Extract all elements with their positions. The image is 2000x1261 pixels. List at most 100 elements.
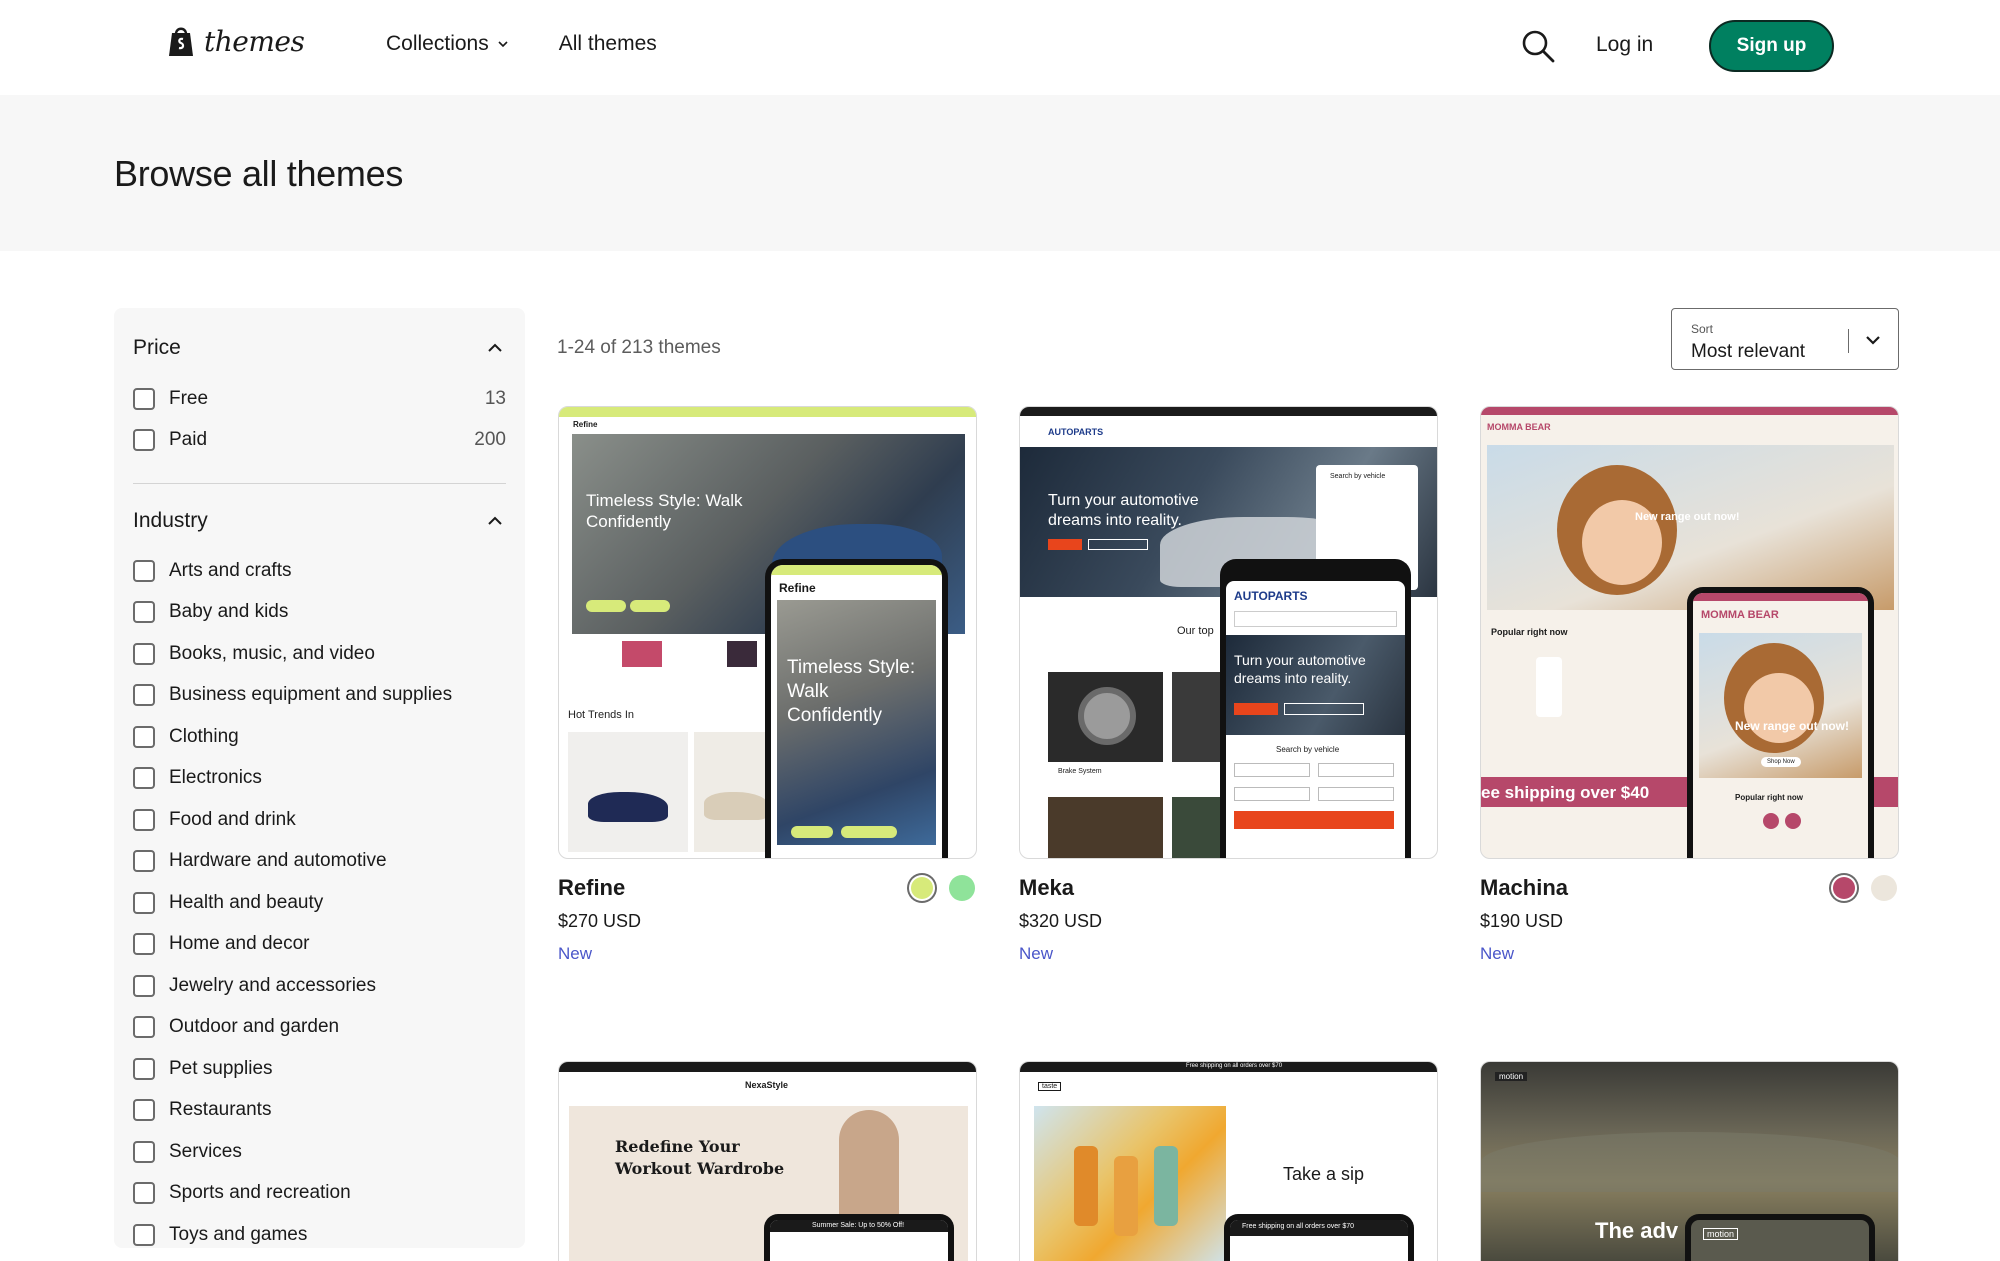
industry-option[interactable]: Outdoor and garden: [133, 1007, 506, 1049]
industry-option[interactable]: Jewelry and accessories: [133, 965, 506, 1007]
checkbox[interactable]: [133, 1140, 155, 1163]
card-title-row: Machina: [1480, 873, 1899, 903]
theme-card-taste[interactable]: Free shipping on all orders over $70 tas…: [1019, 1061, 1438, 1261]
preview-select: [1318, 763, 1394, 777]
preview-phone-hero: Turn your automotive dreams into reality…: [1226, 635, 1405, 735]
logo[interactable]: themes: [166, 24, 305, 58]
industry-option[interactable]: Hardware and automotive: [133, 841, 506, 883]
checkbox[interactable]: [133, 601, 155, 624]
signup-button[interactable]: Sign up: [1709, 20, 1834, 72]
theme-card-refine[interactable]: Refine Timeless Style: Walk Confidently …: [558, 406, 977, 964]
checkbox[interactable]: [133, 387, 155, 410]
preview-brand: NexaStyle: [745, 1080, 789, 1090]
industry-option[interactable]: Clothing: [133, 716, 506, 758]
sort-select[interactable]: Sort Most relevant: [1671, 308, 1899, 370]
price-filter-title: Price: [133, 336, 181, 359]
theme-preview[interactable]: AUTOPARTS Turn your automotive dreams in…: [1019, 406, 1438, 859]
checkbox[interactable]: [133, 1182, 155, 1205]
theme-name[interactable]: Machina: [1480, 875, 1568, 901]
checkbox[interactable]: [133, 891, 155, 914]
checkbox[interactable]: [133, 1016, 155, 1039]
theme-preview[interactable]: motion The adv motion: [1480, 1061, 1899, 1261]
preview-brake-disc: [1078, 687, 1136, 745]
preview-phone-promo: Summer Sale: Up to 50% Off!: [770, 1220, 948, 1232]
industry-option[interactable]: Baby and kids: [133, 592, 506, 634]
industry-option[interactable]: Restaurants: [133, 1090, 506, 1132]
checkbox[interactable]: [133, 974, 155, 997]
industry-option[interactable]: Toys and games: [133, 1214, 506, 1256]
nav-collections[interactable]: Collections: [386, 32, 509, 56]
preview-brand: taste: [1038, 1082, 1062, 1091]
theme-card-meka[interactable]: AUTOPARTS Turn your automotive dreams in…: [1019, 406, 1438, 964]
search-icon[interactable]: [1520, 28, 1556, 64]
price-option-free[interactable]: Free 13: [133, 378, 506, 420]
industry-option[interactable]: Home and decor: [133, 924, 506, 966]
checkbox[interactable]: [133, 1099, 155, 1122]
preview-part-label: Brake System: [1058, 768, 1102, 775]
checkbox[interactable]: [133, 808, 155, 831]
preview-phone-screen: Summer Sale: Up to 50% Off!: [770, 1220, 948, 1261]
theme-price: $320 USD: [1019, 911, 1103, 931]
page-title: Browse all themes: [114, 153, 404, 194]
preview-nav: Refine: [559, 417, 976, 433]
nav-collections-label: Collections: [386, 32, 489, 55]
preview-phone-screen: motion: [1691, 1220, 1869, 1261]
preview-phone-hero: Timeless Style: Walk Confidently: [777, 600, 936, 845]
preview-phone: AUTOPARTS Turn your automotive dreams in…: [1220, 559, 1411, 858]
price-option-paid[interactable]: Paid 200: [133, 420, 506, 462]
checkbox[interactable]: [133, 725, 155, 748]
preview-phone-promo: [771, 565, 942, 575]
industry-filter-header[interactable]: Industry: [133, 484, 506, 550]
theme-preview[interactable]: Free shipping on all orders over $70 tas…: [1019, 1061, 1438, 1261]
industry-option[interactable]: Services: [133, 1131, 506, 1173]
preview-phone-btn: [841, 826, 897, 838]
industry-option[interactable]: Health and beauty: [133, 882, 506, 924]
option-count: 200: [474, 429, 506, 451]
preview-phone-btn: [1234, 703, 1278, 715]
new-badge: New: [1480, 944, 1515, 963]
card-title-row: Refine: [558, 873, 977, 903]
login-link[interactable]: Log in: [1596, 33, 1653, 57]
chevron-down-icon: [1866, 336, 1880, 345]
color-swatch[interactable]: [1833, 877, 1855, 899]
theme-name[interactable]: Meka: [1019, 875, 1074, 901]
color-swatch[interactable]: [949, 875, 975, 901]
color-swatch[interactable]: [1871, 875, 1897, 901]
industry-option[interactable]: Food and drink: [133, 799, 506, 841]
theme-card-motion[interactable]: motion The adv motion: [1480, 1061, 1899, 1261]
checkbox[interactable]: [133, 933, 155, 956]
checkbox[interactable]: [133, 559, 155, 582]
industry-option[interactable]: Business equipment and supplies: [133, 675, 506, 717]
checkbox[interactable]: [133, 767, 155, 790]
preview-banner-text: ee shipping over $40: [1481, 783, 1650, 802]
theme-preview[interactable]: Refine Timeless Style: Walk Confidently …: [558, 406, 977, 859]
industry-option[interactable]: Books, music, and video: [133, 633, 506, 675]
theme-card-machina[interactable]: MOMMA BEAR New range out now! Popular ri…: [1480, 406, 1899, 964]
theme-preview[interactable]: MOMMA BEAR New range out now! Popular ri…: [1480, 406, 1899, 859]
industry-option[interactable]: Arts and crafts: [133, 550, 506, 592]
new-badge: New: [558, 944, 593, 963]
theme-preview[interactable]: NexaStyle Redefine Your Workout Wardrobe…: [558, 1061, 977, 1261]
industry-option[interactable]: Sports and recreation: [133, 1173, 506, 1215]
nav-all-themes[interactable]: All themes: [559, 32, 657, 56]
option-label: Services: [169, 1140, 242, 1162]
industry-option[interactable]: Pet supplies: [133, 1048, 506, 1090]
color-swatches: [909, 875, 975, 901]
theme-card-nexastyle[interactable]: NexaStyle Redefine Your Workout Wardrobe…: [558, 1061, 977, 1261]
preview-search-btn: [1234, 811, 1394, 829]
option-count: 13: [484, 387, 506, 409]
checkbox[interactable]: [133, 850, 155, 873]
preview-topbar-text: Free shipping on all orders over $70: [1186, 1063, 1283, 1069]
checkbox[interactable]: [133, 642, 155, 665]
checkbox[interactable]: [133, 684, 155, 707]
preview-part: [1048, 797, 1163, 858]
checkbox[interactable]: [133, 429, 155, 452]
theme-name[interactable]: Refine: [558, 875, 625, 901]
industry-option[interactable]: Electronics: [133, 758, 506, 800]
preview-phone-headline: Timeless Style: Walk Confidently: [787, 657, 916, 726]
color-swatch[interactable]: [911, 877, 933, 899]
checkbox[interactable]: [133, 1223, 155, 1246]
price-filter-header[interactable]: Price: [133, 308, 506, 378]
option-label: Electronics: [169, 767, 262, 789]
checkbox[interactable]: [133, 1057, 155, 1080]
